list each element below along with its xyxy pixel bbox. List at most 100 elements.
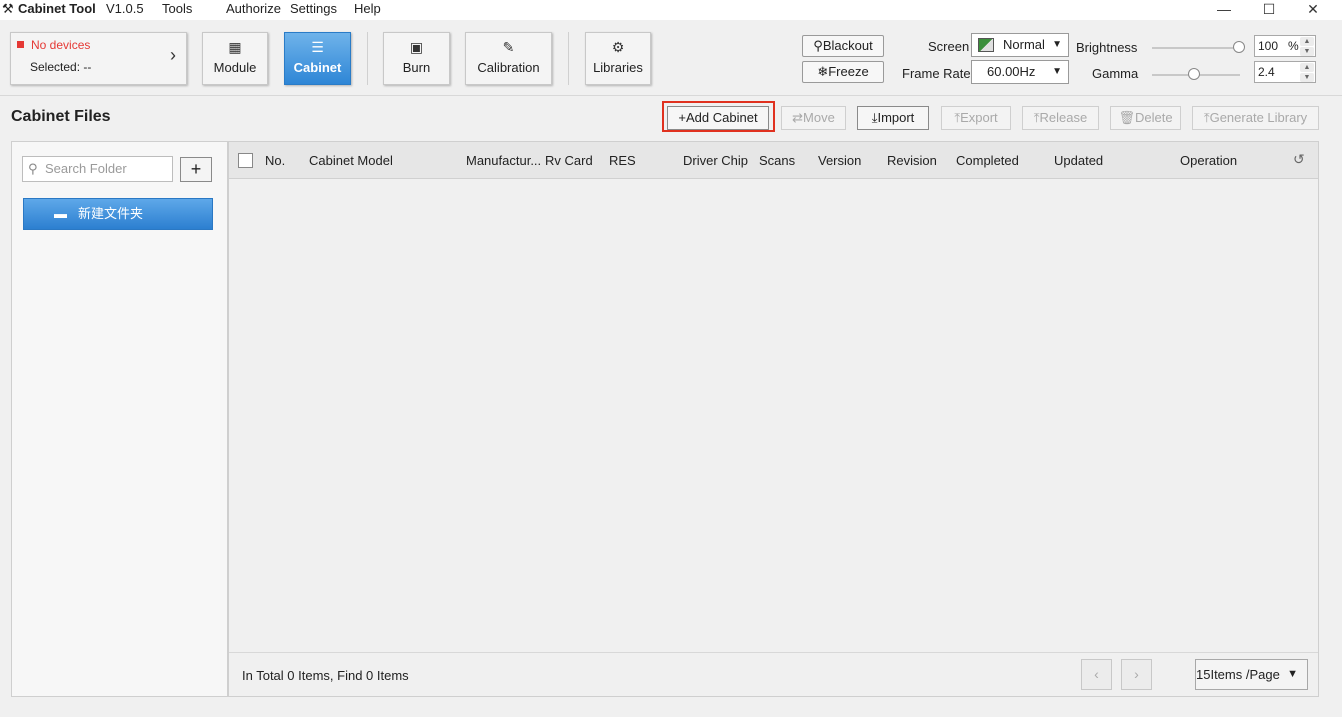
frame-rate-label: Frame Rate — [902, 66, 971, 81]
frame-rate-select[interactable]: 60.00Hz ▼ — [971, 60, 1069, 84]
move-label: Move — [803, 110, 835, 125]
search-folder-input[interactable]: ⚲ Search Folder — [22, 156, 173, 182]
calibration-label: Calibration — [477, 60, 540, 75]
menu-settings[interactable]: Settings — [290, 1, 337, 16]
maximize-icon[interactable]: ☐ — [1249, 0, 1289, 20]
column-header[interactable]: No. — [265, 153, 285, 168]
add-cabinet-button[interactable]: +Add Cabinet — [667, 106, 769, 130]
edit-document-icon: ✎ — [502, 39, 515, 55]
screen-label: Screen — [928, 39, 970, 54]
generate-library-button[interactable]: ⤒Generate Library — [1192, 106, 1319, 130]
column-header[interactable]: Completed — [956, 153, 1019, 168]
device-status: No devices — [31, 38, 91, 52]
menu-help[interactable]: Help — [354, 1, 381, 16]
column-header[interactable]: Driver Chip — [683, 153, 748, 168]
page-size-select[interactable]: 15Items /Page ▼ — [1195, 659, 1308, 690]
chevron-down-icon: ▼ — [1052, 66, 1062, 77]
burn-button[interactable]: ▣ Burn — [383, 32, 450, 85]
select-all-checkbox[interactable] — [238, 153, 253, 168]
module-button[interactable]: ▦ Module — [202, 32, 268, 85]
status-dot — [17, 41, 24, 48]
calibration-button[interactable]: ✎ Calibration — [465, 32, 552, 85]
libraries-button[interactable]: ⚙ Libraries — [585, 32, 651, 85]
menu-tools[interactable]: Tools — [162, 1, 192, 16]
menu-authorize[interactable]: Authorize — [226, 1, 281, 16]
title-bar: ⚒ Cabinet Tool V1.0.5 Tools Authorize Se… — [0, 0, 1342, 20]
gamma-spinbox[interactable]: 2.4 ▲ ▼ — [1254, 61, 1316, 83]
gamma-slider-thumb[interactable] — [1188, 68, 1200, 80]
plus-icon: + — [678, 110, 687, 125]
screen-select[interactable]: Normal ▼ — [971, 33, 1069, 57]
search-placeholder: Search Folder — [45, 161, 127, 176]
app-name: Cabinet Tool — [18, 1, 96, 16]
chevron-right-icon[interactable]: › — [170, 45, 176, 66]
device-selector[interactable]: No devices Selected: -- › — [10, 32, 187, 85]
freeze-button[interactable]: ❄Freeze — [802, 61, 884, 83]
export-button[interactable]: ⤒Export — [941, 106, 1011, 130]
blackout-button[interactable]: ⚲Blackout — [802, 35, 884, 57]
monitor-icon: ▣ — [409, 39, 424, 55]
column-header[interactable]: Revision — [887, 153, 937, 168]
table-header: No. Cabinet Model Manufactur... Rv Card … — [229, 142, 1318, 179]
delete-label: Delete — [1134, 110, 1173, 125]
cabinet-label: Cabinet — [293, 60, 342, 75]
column-header[interactable]: Rv Card — [545, 153, 593, 168]
close-icon[interactable]: ✕ — [1293, 0, 1333, 20]
folder-item[interactable]: ▬ 新建文件夹 — [23, 198, 213, 230]
cabinet-button[interactable]: ☰ Cabinet — [284, 32, 351, 85]
chevron-left-icon: ‹ — [1094, 666, 1099, 682]
brightness-label: Brightness — [1076, 40, 1138, 55]
table-footer-divider — [229, 652, 1318, 653]
frame-rate-value: 60.00Hz — [987, 64, 1036, 79]
swap-icon: ⇄ — [792, 110, 804, 125]
import-button[interactable]: ⤓Import — [857, 106, 929, 130]
import-label: Import — [877, 110, 915, 125]
blackout-label: Blackout — [822, 38, 873, 53]
snowflake-icon: ❄ — [817, 64, 829, 79]
brightness-slider-thumb[interactable] — [1233, 41, 1245, 53]
spin-down-icon[interactable]: ▼ — [1300, 73, 1314, 82]
spin-down-icon[interactable]: ▼ — [1300, 47, 1314, 56]
burn-label: Burn — [402, 60, 431, 75]
column-header[interactable]: Cabinet Model — [309, 153, 393, 168]
prev-page-button[interactable]: ‹ — [1081, 659, 1112, 690]
folder-icon: ▬ — [54, 206, 67, 221]
column-header[interactable]: Version — [818, 153, 861, 168]
chevron-down-icon: ▼ — [1287, 668, 1298, 680]
generate-library-label: Generate Library — [1209, 110, 1308, 125]
freeze-label: Freeze — [828, 64, 869, 79]
add-folder-button[interactable]: + — [180, 157, 212, 182]
screen-mode-icon — [978, 38, 994, 52]
spin-up-icon[interactable]: ▲ — [1300, 63, 1314, 72]
folder-name: 新建文件夹 — [78, 206, 144, 221]
export-label: Export — [960, 110, 998, 125]
column-header[interactable]: Scans — [759, 153, 795, 168]
gamma-value: 2.4 — [1258, 65, 1275, 79]
section-title: Cabinet Files — [11, 108, 111, 125]
next-page-button[interactable]: › — [1121, 659, 1152, 690]
brightness-unit: % — [1288, 39, 1299, 53]
brightness-slider-track[interactable] — [1152, 47, 1240, 49]
column-header[interactable]: Operation — [1180, 153, 1237, 168]
plus-icon: + — [190, 159, 202, 179]
column-header[interactable]: Manufactur... — [466, 153, 541, 168]
reset-columns-icon[interactable]: ↺ — [1293, 151, 1305, 168]
main-toolbar: No devices Selected: -- › ▦ Module ☰ Cab… — [0, 20, 1342, 96]
gear-icon: ⚙ — [611, 39, 625, 55]
release-label: Release — [1039, 110, 1088, 125]
libraries-label: Libraries — [593, 60, 643, 75]
column-header[interactable]: RES — [609, 153, 636, 168]
total-items-text: In Total 0 Items, Find 0 Items — [242, 668, 409, 683]
spin-up-icon[interactable]: ▲ — [1300, 37, 1314, 46]
brightness-spinbox[interactable]: 100 % ▲ ▼ — [1254, 35, 1316, 57]
column-header[interactable]: Updated — [1054, 153, 1103, 168]
chevron-right-icon: › — [1134, 666, 1139, 682]
app-version: V1.0.5 — [106, 1, 144, 16]
move-button[interactable]: ⇄Move — [781, 106, 846, 130]
chevron-down-icon: ▼ — [1052, 39, 1062, 50]
delete-button[interactable]: 🗑Delete — [1110, 106, 1181, 130]
bulb-icon: ⚲ — [813, 38, 823, 53]
release-button[interactable]: ⤒Release — [1022, 106, 1099, 130]
minimize-icon[interactable]: — — [1204, 0, 1244, 20]
cabinet-icon: ☰ — [311, 39, 324, 55]
